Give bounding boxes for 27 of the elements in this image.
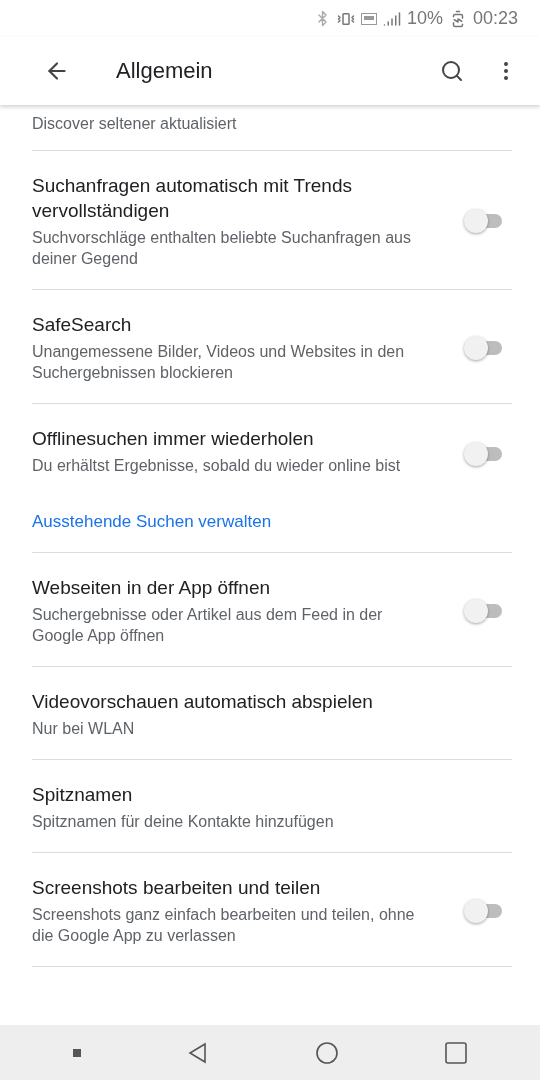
setting-title: Screenshots bearbeiten und teilen [32, 876, 322, 900]
setting-description: Discover seltener aktualisiert [32, 114, 238, 134]
setting-title: SafeSearch [32, 313, 133, 337]
toggle-switch[interactable] [464, 209, 504, 233]
setting-description: Suchergebnisse oder Artikel aus dem Feed in der Google App öffnen [32, 605, 384, 646]
toggle-switch[interactable] [464, 335, 504, 360]
setting-description: Suchvorschläge enthalten beliebte Suchanfragen aus deiner Gegend [32, 228, 412, 269]
setting-title: Suchanfragen automatisch mit Trends vervollständigen [32, 174, 353, 223]
setting-description: Unangemessene Bilder, Videos und Websites in den Suchergebnissen blockieren [32, 342, 406, 383]
toggle-switch[interactable] [464, 598, 504, 623]
setting-title: Webseiten in der App öffnen [32, 576, 272, 600]
toggle-switch[interactable] [464, 442, 504, 466]
page-title: Allgemein [116, 58, 214, 84]
recents-icon[interactable] [443, 1040, 468, 1065]
setting-description: Screenshots ganz einfach bearbeiten und teilen, ohne die Google App zu verlassen [32, 905, 416, 946]
setting-description: Spitznamen für deine Kontakte hinzufügen [32, 812, 335, 832]
setting-title: Spitznamen [32, 783, 134, 807]
clock: 00:23 [472, 8, 518, 29]
setting-title: Videovorschauen automatisch abspielen [32, 690, 374, 714]
toggle-switch[interactable] [464, 898, 504, 923]
setting-description: Nur bei WLAN [32, 719, 136, 739]
battery-percent: 10% [406, 8, 443, 29]
manage-link[interactable]: Ausstehende Suchen verwalten [32, 512, 424, 532]
home-icon[interactable] [314, 1040, 339, 1065]
setting-description: Du erhältst Ergebnisse, sobald du wieder online bist [32, 456, 402, 476]
signal-icon [382, 9, 401, 28]
setting-title: Offlinesuchen immer wiederholen [32, 427, 315, 451]
